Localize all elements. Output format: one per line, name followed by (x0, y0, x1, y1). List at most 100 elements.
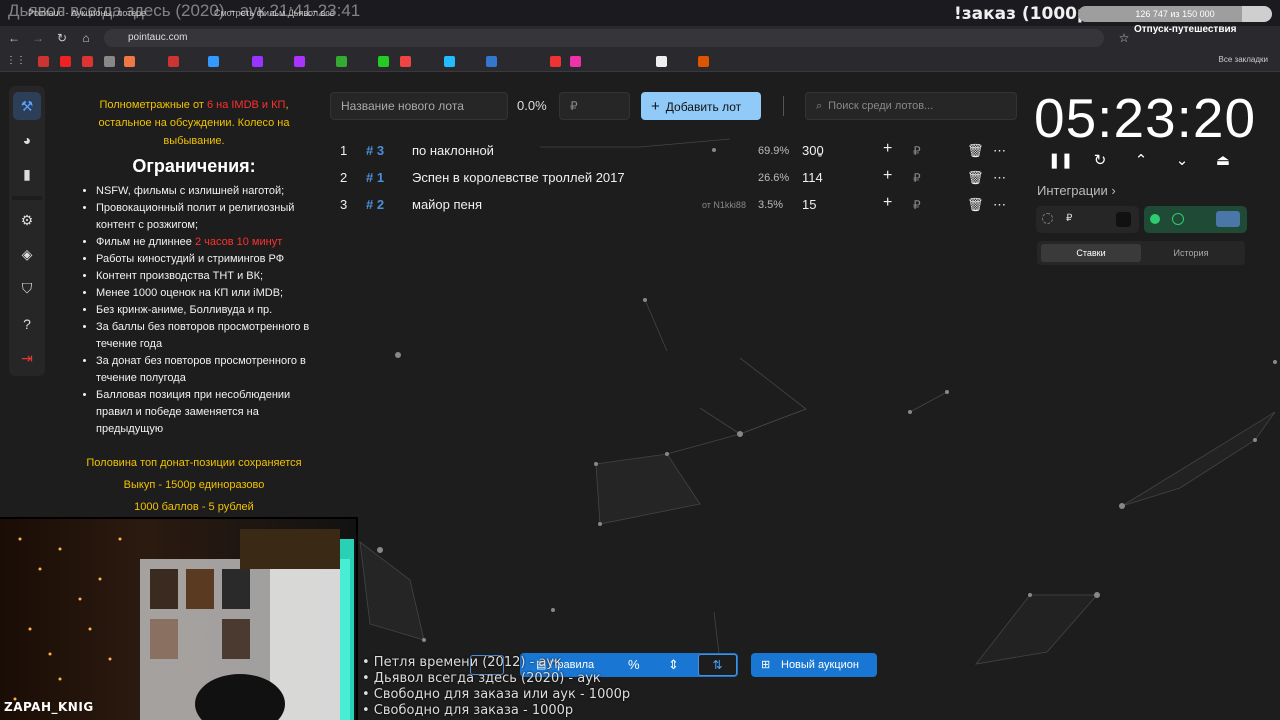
order-price-overlay: !заказ (1000р) (954, 4, 1097, 24)
lot-amount[interactable]: 15 (802, 197, 816, 212)
delete-lot-icon[interactable]: 🗑 (967, 170, 984, 186)
queue-item: • Петля времени (2012) - аук (362, 655, 562, 670)
search-placeholder: Поиск среди лотов... (828, 100, 934, 112)
loading-spinner-icon (1172, 213, 1184, 225)
lot-row: 2 # 1 Эспен в королевстве троллей 2017 2… (330, 165, 1020, 189)
bookmark-icon[interactable] (38, 56, 49, 67)
bookmark-icon[interactable] (698, 56, 709, 67)
bookmark-icon[interactable] (60, 56, 71, 67)
tab-history[interactable]: История (1141, 244, 1241, 262)
add-lot-label: Добавить лот (665, 100, 742, 114)
tab-bids[interactable]: Ставки (1041, 244, 1141, 262)
bookmark-icon[interactable] (104, 56, 115, 67)
bookmark-icon[interactable] (570, 56, 581, 67)
layers-icon[interactable]: ◈ (13, 240, 41, 268)
shield-icon[interactable]: ⛉ (13, 274, 41, 302)
lot-row: 3 # 2 майор пеня от N1kki88 3.5% 15 + ₽ … (330, 192, 1020, 216)
donation-goal-text: 126 747 из 150 000 (1135, 9, 1215, 19)
more-options-icon[interactable]: ⋯ (993, 170, 1006, 186)
set-time-icon[interactable]: ⏏ (1212, 150, 1234, 172)
home-icon[interactable]: ⌂ (78, 30, 94, 46)
back-icon[interactable]: ← (6, 30, 22, 46)
rules-intro-text: Полнометражные от (99, 99, 207, 111)
order-queue-overlay: • Петля времени (2012) - аук • Дьявол вс… (362, 655, 630, 719)
lot-id: # 3 (366, 143, 385, 158)
all-bookmarks-link[interactable]: Все закладки (1219, 55, 1268, 64)
more-options-icon[interactable]: ⋯ (993, 143, 1006, 159)
bookmark-icon[interactable] (168, 56, 179, 67)
stats-icon[interactable]: ▮ (13, 160, 41, 188)
rule-item: Фильм не длиннее 2 часов 10 минут (96, 234, 316, 251)
bookmark-icon[interactable] (82, 56, 93, 67)
lot-amount[interactable]: 114 (802, 170, 823, 185)
logout-icon[interactable]: ⇥ (13, 344, 41, 372)
bookmark-icon[interactable] (294, 56, 305, 67)
url-field[interactable]: pointauc.com (104, 29, 1104, 47)
help-icon[interactable]: ? (13, 310, 41, 338)
rule-item: NSFW, фильмы с излишней наготой; (96, 183, 316, 200)
new-lot-amount-input[interactable]: ₽ (559, 92, 630, 120)
lot-currency[interactable]: ₽ (913, 144, 921, 158)
lot-currency[interactable]: ₽ (913, 198, 921, 212)
add-amount-icon[interactable]: + (883, 140, 892, 158)
rule-item: Без кринж-аниме, Болливуда и пр. (96, 302, 316, 319)
queue-item: • Дьявол всегда здесь (2020) - аук (362, 671, 601, 686)
add-amount-icon[interactable]: + (883, 167, 892, 185)
bookmark-icon[interactable] (124, 56, 135, 67)
ruble-icon: ₽ (1066, 213, 1073, 224)
auction-hammer-icon[interactable]: ⚒ (13, 92, 41, 120)
new-lot-percent: 0.0% (517, 98, 547, 113)
bookmark-icon[interactable] (336, 56, 347, 67)
lot-author: от N1kki88 (702, 200, 746, 210)
rule-duration-text: Фильм не длиннее (96, 236, 195, 248)
add-time-icon[interactable]: ⌃ (1130, 150, 1152, 172)
lot-amount[interactable]: 300 (802, 143, 824, 158)
sort-toggle-icon[interactable]: ⇅ (698, 654, 737, 676)
rule-item: Менее 1000 оценок на КП или iMDB; (96, 285, 316, 302)
compact-toggle-icon[interactable]: ⇕ (668, 653, 679, 677)
pause-icon[interactable]: ❚❚ (1048, 150, 1073, 172)
screen: Pointauc - Аукционы, лотере Смотреть фил… (0, 0, 1280, 720)
bookmark-star-icon[interactable]: ☆ (1116, 30, 1132, 46)
webcam-overlay (0, 517, 358, 720)
more-options-icon[interactable]: ⋯ (993, 197, 1006, 213)
new-auction-icon: ⊞ (761, 659, 771, 671)
forward-icon[interactable]: → (30, 30, 46, 46)
lot-currency[interactable]: ₽ (913, 171, 921, 185)
new-lot-name-input[interactable]: Название нового лота (330, 92, 508, 120)
vacation-goal-overlay: Отпуск-путешествия (1134, 24, 1237, 35)
bookmark-icon[interactable] (400, 56, 411, 67)
rule-item: За донат без повторов просмотренного в т… (96, 353, 316, 387)
lot-percent: 3.5% (758, 199, 784, 211)
subtract-time-icon[interactable]: ⌄ (1171, 150, 1193, 172)
bookmark-icon[interactable] (208, 56, 219, 67)
url-text: pointauc.com (128, 32, 188, 43)
apps-grid-icon[interactable]: ⋮⋮ (6, 53, 26, 69)
wheel-icon[interactable]: ◕ (13, 126, 41, 154)
add-amount-icon[interactable]: + (883, 194, 892, 212)
bookmarks-bar: ⋮⋮ Все закладки (0, 50, 1280, 72)
reset-timer-icon[interactable]: ↻ (1089, 150, 1111, 172)
settings-gear-icon[interactable]: ⚙ (13, 206, 41, 234)
vk-logo-icon (1216, 211, 1240, 227)
bookmark-icon[interactable] (252, 56, 263, 67)
rules-heading: Ограничения: (132, 156, 256, 176)
reload-icon[interactable]: ↻ (54, 30, 70, 46)
bookmark-icon[interactable] (444, 56, 455, 67)
new-auction-button[interactable]: ⊞ Новый аукцион (751, 653, 877, 677)
bookmark-icon[interactable] (550, 56, 561, 67)
bookmark-icon[interactable] (486, 56, 497, 67)
lot-search-input[interactable]: ⌕ Поиск среди лотов... (805, 92, 1017, 120)
vk-integration-toggle[interactable] (1144, 206, 1247, 233)
delete-lot-icon[interactable]: 🗑 (967, 197, 984, 213)
lot-title[interactable]: по наклонной (412, 143, 494, 158)
bookmark-icon[interactable] (378, 56, 389, 67)
donation-integration-toggle[interactable]: ₽ (1036, 206, 1139, 233)
lot-title[interactable]: майор пеня (412, 197, 482, 212)
lot-title[interactable]: Эспен в королевстве троллей 2017 (412, 170, 625, 185)
add-lot-button[interactable]: + Добавить лот (641, 92, 761, 120)
bookmark-icon[interactable] (656, 56, 667, 67)
delete-lot-icon[interactable]: 🗑 (967, 143, 984, 159)
auction-timer: 05:23:20 (1034, 87, 1257, 149)
integrations-link[interactable]: Интеграции › (1037, 183, 1116, 198)
